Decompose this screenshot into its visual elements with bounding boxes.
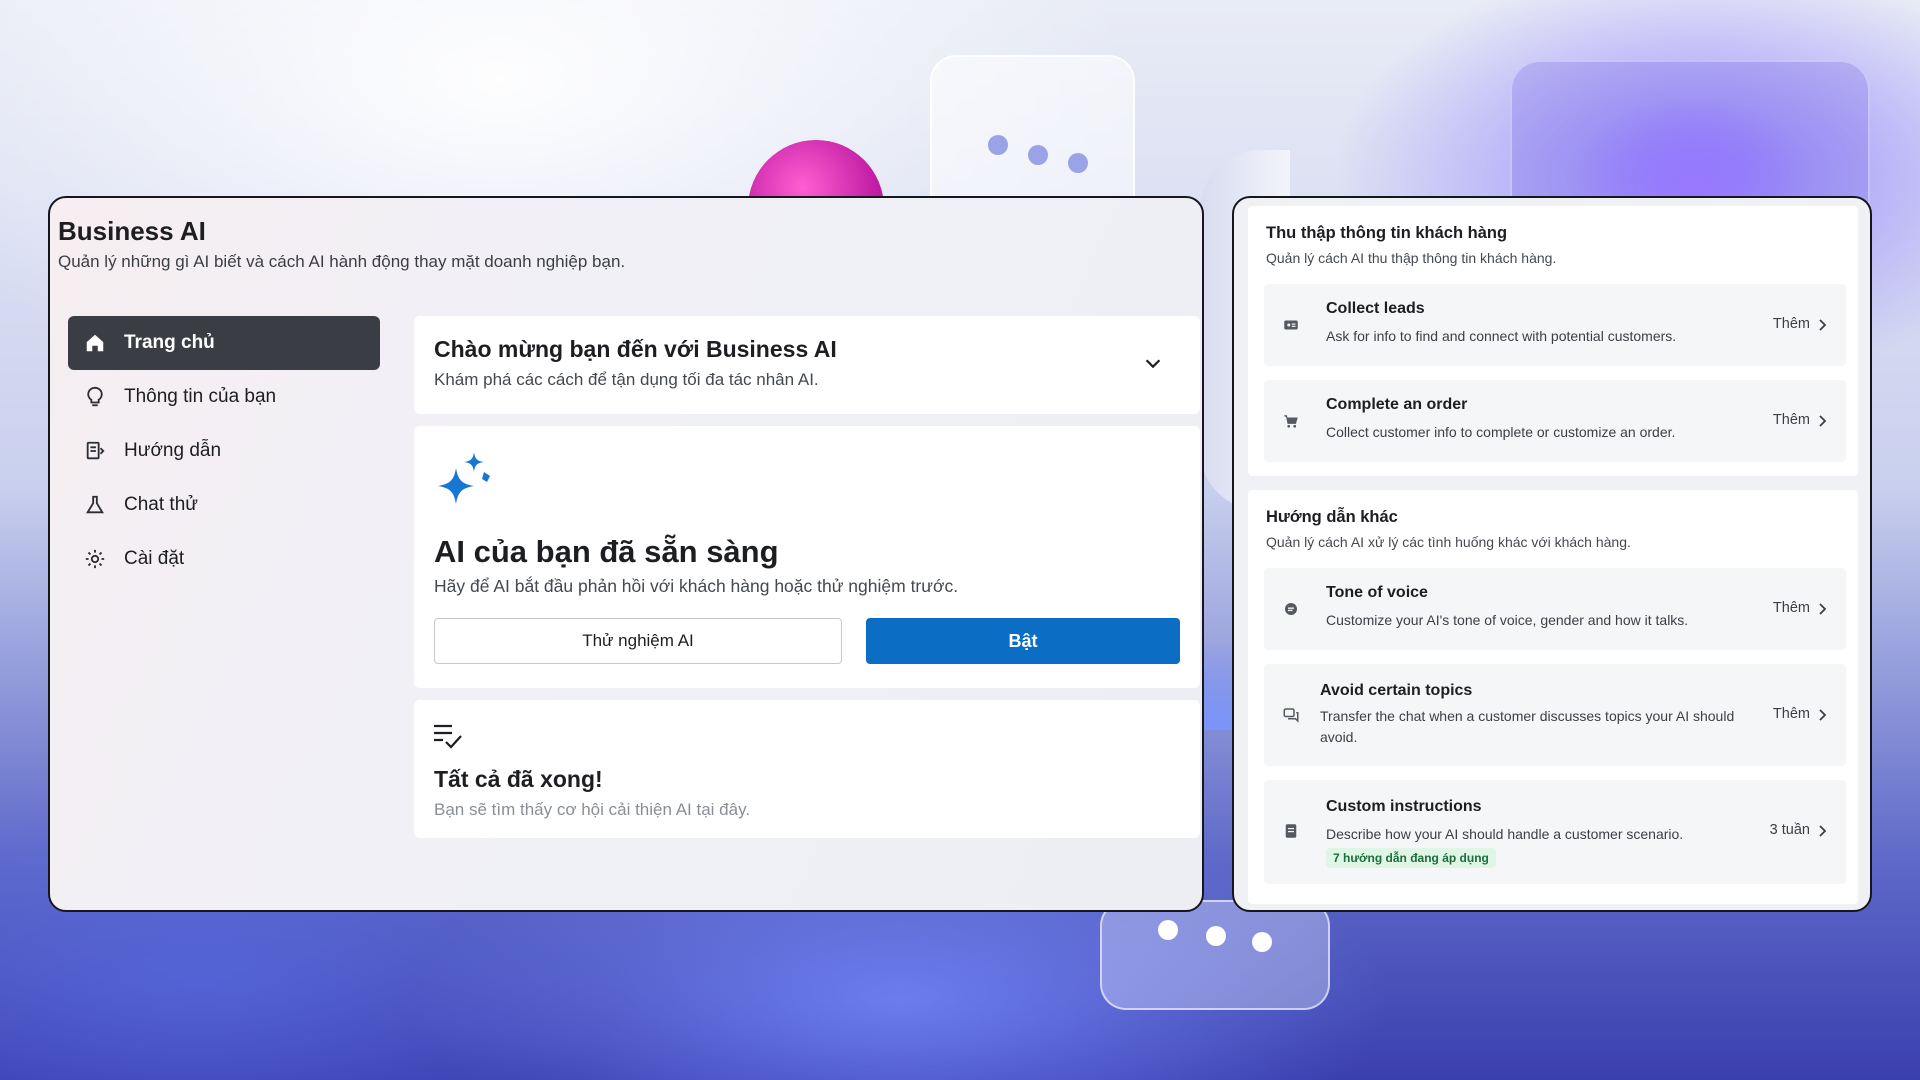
chevron-right-icon — [1816, 824, 1830, 838]
complete-order-row[interactable]: Complete an order Collect customer info … — [1264, 380, 1846, 462]
chevron-right-icon — [1816, 414, 1830, 428]
collect-leads-row[interactable]: Collect leads Ask for info to find and c… — [1264, 284, 1846, 366]
flask-icon — [82, 492, 108, 518]
row-description: Ask for info to find and connect with po… — [1326, 328, 1677, 344]
bubble-dot — [1252, 932, 1272, 952]
sidebar-item-guides[interactable]: Hướng dẫn — [68, 424, 380, 478]
ready-subtitle: Hãy để AI bắt đầu phản hồi với khách hàn… — [434, 576, 959, 596]
all-done-card: Tất cả đã xong! Bạn sẽ tìm thấy cơ hội c… — [414, 700, 1200, 838]
sidebar: Trang chủ Thông tin của bạn Hướng dẫn Ch… — [68, 316, 380, 586]
row-action-label: 3 tuần — [1769, 822, 1810, 838]
sparkle-icon — [432, 446, 496, 510]
chevron-right-icon — [1816, 708, 1830, 722]
row-action-label: Thêm — [1772, 412, 1810, 428]
home-icon — [82, 330, 108, 356]
tone-of-voice-row[interactable]: Tone of voice Customize your AI's tone o… — [1264, 568, 1846, 650]
sidebar-item-test-chat[interactable]: Chat thử — [68, 478, 380, 532]
document-icon — [1280, 820, 1302, 842]
ai-ready-card: AI của bạn đã sẵn sàng Hãy để AI bắt đầu… — [414, 426, 1200, 688]
custom-instructions-row[interactable]: Custom instructions Describe how your AI… — [1264, 780, 1846, 884]
chat-bubbles-icon — [1280, 704, 1302, 726]
welcome-subtitle: Khám phá các cách để tận dụng tối đa tác… — [434, 370, 819, 389]
welcome-title: Chào mừng bạn đến với Business AI — [434, 336, 837, 362]
row-description: Collect customer info to complete or cus… — [1326, 424, 1676, 440]
collect-info-section: Thu thập thông tin khách hàng Quản lý cá… — [1248, 206, 1858, 476]
sidebar-item-label: Hướng dẫn — [124, 440, 222, 461]
section-title: Thu thập thông tin khách hàng — [1266, 224, 1508, 242]
voice-icon — [1280, 598, 1302, 620]
background-chat-bubble-bottom — [1100, 900, 1330, 1010]
row-action-label: Thêm — [1772, 706, 1810, 722]
chevron-down-icon[interactable] — [1142, 352, 1164, 374]
test-ai-button[interactable]: Thử nghiệm AI — [434, 618, 842, 664]
row-description: Transfer the chat when a customer discus… — [1320, 708, 1735, 745]
done-subtitle: Bạn sẽ tìm thấy cơ hội cải thiện AI tại … — [434, 800, 751, 819]
business-ai-window: Business AI Quản lý những gì AI biết và … — [48, 196, 1204, 912]
chevron-right-icon — [1816, 602, 1830, 616]
bubble-dot — [1206, 926, 1226, 946]
section-title: Hướng dẫn khác — [1266, 508, 1398, 526]
sidebar-item-settings[interactable]: Cài đặt — [68, 532, 380, 586]
sidebar-item-label: Chat thử — [124, 494, 198, 515]
row-action-label: Thêm — [1772, 600, 1810, 616]
ready-title: AI của bạn đã sẵn sàng — [434, 534, 779, 569]
section-subtitle: Quản lý cách AI thu thập thông tin khách… — [1266, 250, 1557, 266]
chevron-right-icon — [1816, 318, 1830, 332]
contact-card-icon — [1280, 314, 1302, 336]
gear-icon — [82, 546, 108, 572]
lightbulb-icon — [82, 384, 108, 410]
row-title: Collect leads — [1326, 300, 1425, 317]
page-title: Business AI — [58, 216, 206, 246]
bubble-dot — [988, 135, 1008, 155]
row-title: Custom instructions — [1326, 798, 1482, 815]
row-description: Describe how your AI should handle a cus… — [1326, 826, 1684, 842]
sidebar-item-label: Trang chủ — [124, 332, 215, 353]
row-title: Avoid certain topics — [1320, 682, 1473, 699]
checklist-icon — [432, 722, 464, 752]
sidebar-item-label: Thông tin của bạn — [124, 386, 277, 407]
avoid-topics-row[interactable]: Avoid certain topics Transfer the chat w… — [1264, 664, 1846, 766]
guide-icon — [82, 438, 108, 464]
welcome-card: Chào mừng bạn đến với Business AI Khám p… — [414, 316, 1200, 414]
turn-on-button[interactable]: Bật — [866, 618, 1180, 664]
other-guides-section: Hướng dẫn khác Quản lý cách AI xử lý các… — [1248, 490, 1858, 904]
section-subtitle: Quản lý cách AI xử lý các tình huống khá… — [1266, 534, 1631, 550]
bubble-dot — [1158, 920, 1178, 940]
row-description: Customize your AI's tone of voice, gende… — [1326, 612, 1689, 628]
status-badge: 7 hướng dẫn đang áp dụng — [1326, 848, 1496, 868]
row-title: Complete an order — [1326, 396, 1468, 413]
cart-icon — [1280, 410, 1302, 432]
sidebar-item-your-info[interactable]: Thông tin của bạn — [68, 370, 380, 424]
page-subtitle: Quản lý những gì AI biết và cách AI hành… — [58, 252, 626, 271]
bubble-dot — [1028, 145, 1048, 165]
bubble-dot — [1068, 153, 1088, 173]
done-title: Tất cả đã xong! — [434, 766, 603, 792]
sidebar-item-label: Cài đặt — [124, 548, 185, 569]
row-action-label: Thêm — [1772, 316, 1810, 332]
row-title: Tone of voice — [1326, 584, 1428, 601]
sidebar-item-home[interactable]: Trang chủ — [68, 316, 380, 370]
instructions-window: Thu thập thông tin khách hàng Quản lý cá… — [1232, 196, 1872, 912]
